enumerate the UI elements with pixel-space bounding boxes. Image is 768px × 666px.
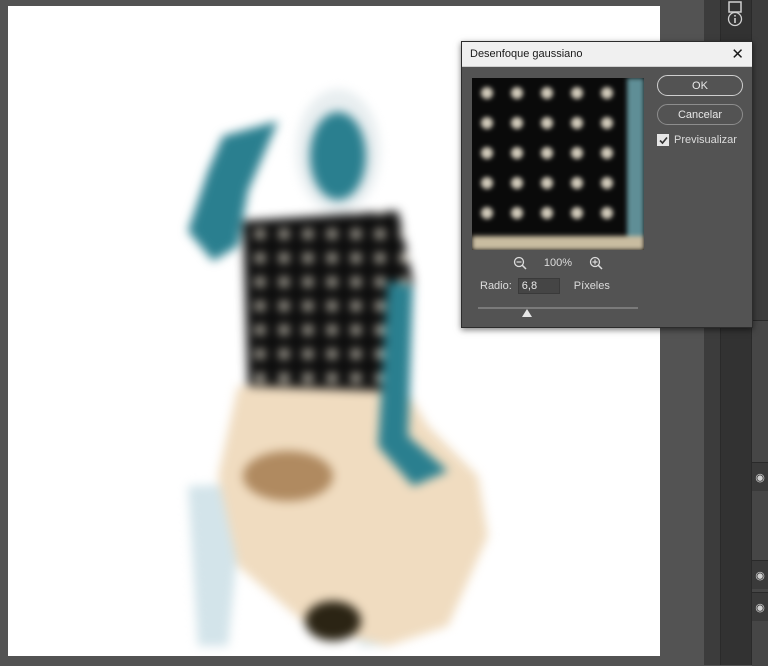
- zoom-in-icon[interactable]: [588, 255, 604, 271]
- layer-row[interactable]: ◉: [752, 560, 768, 589]
- slider-track[interactable]: [478, 307, 638, 309]
- close-icon[interactable]: ✕: [731, 47, 744, 62]
- radius-unit: Píxeles: [573, 280, 610, 292]
- eye-icon[interactable]: ◉: [755, 569, 765, 582]
- preview-image: [472, 78, 644, 250]
- radius-input[interactable]: [517, 278, 560, 294]
- ok-button[interactable]: OK: [657, 75, 743, 96]
- cancel-button[interactable]: Cancelar: [657, 104, 743, 125]
- workspace: ◉ ◉ ◉ Desenfoque gaussiano ✕ 100% Radio:…: [0, 0, 768, 666]
- shoe-shape: [305, 601, 361, 641]
- eye-icon[interactable]: ◉: [755, 601, 765, 614]
- zoom-level: 100%: [543, 257, 573, 269]
- radius-slider[interactable]: [478, 306, 638, 320]
- checkmark-icon: [658, 136, 668, 144]
- dialog-titlebar[interactable]: Desenfoque gaussiano ✕: [462, 42, 752, 67]
- layer-row[interactable]: ◉: [752, 462, 768, 491]
- radius-row: Radio: Píxeles: [480, 278, 610, 294]
- radius-label: Radio:: [480, 280, 512, 292]
- info-panel-button[interactable]: [724, 8, 746, 30]
- dialog-title: Desenfoque gaussiano: [470, 48, 583, 60]
- preview-zoom-bar: 100%: [472, 253, 644, 273]
- layer-row[interactable]: ◉: [752, 592, 768, 621]
- preview-label: Previsualizar: [674, 134, 737, 146]
- info-icon: [727, 11, 743, 27]
- face-shape: [310, 112, 366, 200]
- pants-stain: [243, 451, 333, 501]
- preview-checkbox[interactable]: [657, 134, 669, 146]
- pants-shape: [218, 376, 488, 646]
- preview-toggle[interactable]: Previsualizar: [657, 134, 737, 146]
- filter-preview[interactable]: [472, 78, 644, 250]
- slider-thumb[interactable]: [522, 309, 532, 317]
- zoom-out-icon[interactable]: [512, 255, 528, 271]
- gaussian-blur-dialog: Desenfoque gaussiano ✕ 100% Radio: 6,8 P…: [461, 41, 753, 328]
- eye-icon[interactable]: ◉: [755, 471, 765, 484]
